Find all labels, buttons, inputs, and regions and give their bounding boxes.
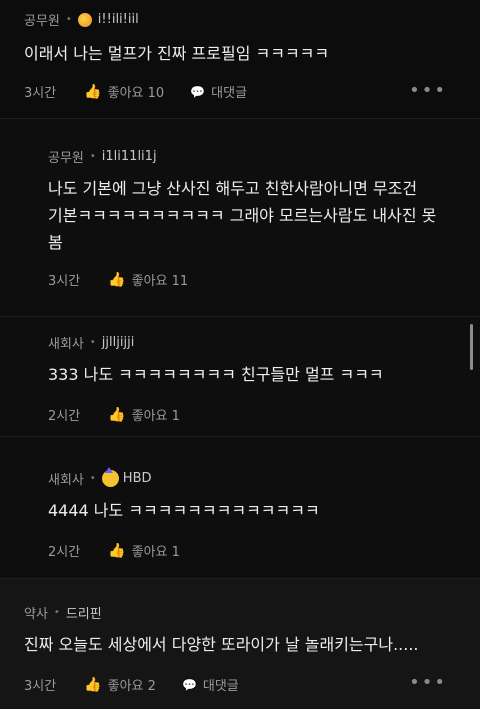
comment-actions: 3시간 👍 좋아요 11 — [48, 270, 189, 290]
separator-dot: • — [65, 14, 72, 25]
author-nickname[interactable]: HBD — [123, 471, 152, 486]
reply-label: 대댓글 — [211, 86, 248, 101]
comment-text-line: 기본ㅋㅋㅋㅋㅋㅋㅋㅋㅋㅋ 그래야 모르는사람도 내사진 못 — [48, 206, 437, 225]
author-nickname[interactable]: 드리핀 — [66, 603, 102, 622]
like-count: 좋아요 10 — [107, 86, 165, 101]
comment-item: 약사 • 드리핀 진짜 오늘도 세상에서 다양한 또라이가 날 놀래키는구나..… — [0, 578, 480, 709]
reply-button[interactable]: 💬 대댓글 — [190, 82, 248, 102]
separator-dot: • — [89, 337, 96, 348]
reply-item: 새회사 • HBD 4444 나도 ㅋㅋㅋㅋㅋㅋㅋㅋㅋㅋㅋㅋㅋ 2시간 👍 좋아… — [0, 436, 480, 578]
author-nickname[interactable]: i1li11li1j — [102, 149, 157, 164]
author-nickname[interactable]: i!!ili!iil — [98, 12, 139, 27]
more-dots-icon[interactable]: ••• — [409, 672, 447, 693]
more-dots-icon[interactable]: ••• — [409, 80, 447, 101]
comment-text: 나도 기본에 그냥 산사진 해두고 친한사람아니면 무조건 기본ㅋㅋㅋㅋㅋㅋㅋㅋ… — [48, 175, 436, 256]
comment-actions: 2시간 👍 좋아요 1 — [48, 405, 180, 425]
comment-text: 4444 나도 ㅋㅋㅋㅋㅋㅋㅋㅋㅋㅋㅋㅋㅋ — [48, 501, 320, 520]
comment-text: 진짜 오늘도 세상에서 다양한 또라이가 날 놀래키는구나..... — [24, 635, 419, 654]
comment-actions: 3시간 👍 좋아요 10 💬 대댓글 — [24, 82, 248, 102]
comment-meta: 새회사 • jjlljijji — [48, 333, 134, 352]
like-button[interactable]: 👍 좋아요 1 — [108, 541, 180, 561]
comment-text: 이래서 나는 멀프가 진짜 프로필임 ㅋㅋㅋㅋㅋ — [24, 44, 330, 63]
author-company: 공무원 — [24, 14, 60, 29]
comment-text-line: 봄 — [48, 233, 63, 252]
comment-time: 3시간 — [24, 86, 57, 101]
comment-meta: 공무원 • i!!ili!iil — [24, 10, 139, 29]
speech-bubble-icon: 💬 — [190, 84, 206, 99]
reply-item: 새회사 • jjlljijji 333 나도 ㅋㅋㅋㅋㅋㅋㅋㅋ 친구들만 멀프 … — [0, 316, 480, 436]
comment-meta: 공무원 • i1li11li1j — [48, 147, 157, 166]
reply-button[interactable]: 💬 대댓글 — [181, 675, 239, 695]
author-nickname[interactable]: jjlljijji — [102, 335, 135, 350]
comment-meta: 새회사 • HBD — [48, 467, 152, 488]
author-company: 새회사 — [48, 473, 84, 488]
separator-dot: • — [89, 151, 96, 162]
separator-dot: • — [89, 473, 96, 484]
speech-bubble-icon: 💬 — [181, 677, 197, 692]
thumbs-up-icon: 👍 — [108, 542, 126, 559]
comment-time: 3시간 — [48, 274, 81, 289]
like-button[interactable]: 👍 좋아요 11 — [108, 270, 189, 290]
author-company: 새회사 — [48, 337, 84, 352]
separator-dot: • — [53, 607, 60, 618]
comment-actions: 3시간 👍 좋아요 2 💬 대댓글 — [24, 675, 239, 695]
scrollbar-thumb[interactable] — [470, 324, 473, 370]
like-count: 좋아요 11 — [131, 274, 189, 289]
author-company: 약사 — [24, 607, 48, 622]
comment-actions: 2시간 👍 좋아요 1 — [48, 541, 180, 561]
like-button[interactable]: 👍 좋아요 2 — [84, 675, 156, 695]
thumbs-up-icon: 👍 — [84, 676, 102, 693]
comment-meta: 약사 • 드리핀 — [24, 603, 102, 622]
comment-item: 공무원 • i!!ili!iil 이래서 나는 멀프가 진짜 프로필임 ㅋㅋㅋㅋ… — [0, 0, 480, 118]
comment-time: 2시간 — [48, 545, 81, 560]
thumbs-up-icon: 👍 — [108, 406, 126, 423]
like-count: 좋아요 2 — [107, 679, 156, 694]
party-face-icon — [101, 467, 119, 487]
comment-time: 3시간 — [24, 679, 57, 694]
like-count: 좋아요 1 — [131, 545, 180, 560]
profile-badge-icon — [77, 12, 92, 27]
author-company: 공무원 — [48, 151, 84, 166]
comment-time: 2시간 — [48, 409, 81, 424]
like-count: 좋아요 1 — [131, 409, 180, 424]
comment-text-line: 나도 기본에 그냥 산사진 해두고 친한사람아니면 무조건 — [48, 179, 418, 198]
like-button[interactable]: 👍 좋아요 1 — [108, 405, 180, 425]
thumbs-up-icon: 👍 — [84, 83, 102, 100]
comment-text: 333 나도 ㅋㅋㅋㅋㅋㅋㅋㅋ 친구들만 멀프 ㅋㅋㅋ — [48, 365, 384, 384]
reply-item: 공무원 • i1li11li1j 나도 기본에 그냥 산사진 해두고 친한사람아… — [0, 118, 480, 316]
like-button[interactable]: 👍 좋아요 10 — [84, 82, 165, 102]
reply-label: 대댓글 — [202, 679, 239, 694]
thumbs-up-icon: 👍 — [108, 271, 126, 288]
